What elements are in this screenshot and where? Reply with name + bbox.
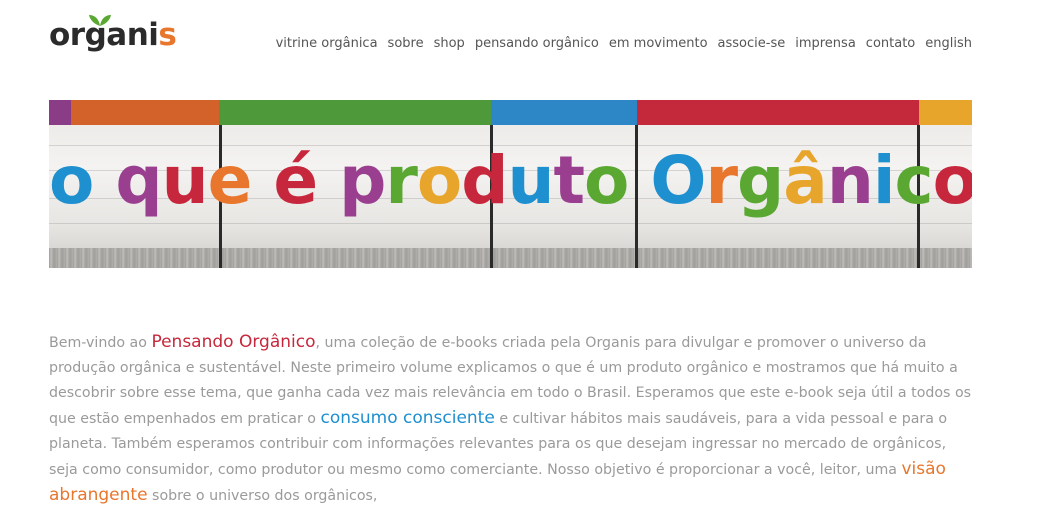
main-nav: vitrine orgânica sobre shop pensando org…: [276, 36, 972, 51]
nav-english[interactable]: english: [925, 36, 972, 51]
intro-text: sobre o universo dos orgânicos,: [147, 488, 378, 505]
headline-letter: o: [49, 142, 94, 219]
headline-letter: r: [385, 142, 418, 219]
headline-letter: O: [650, 142, 706, 219]
headline-letter: [251, 142, 273, 219]
color-stripe: [49, 100, 71, 125]
headline-letter: q: [115, 142, 162, 219]
headline-letter: é: [273, 142, 318, 219]
color-stripe: [219, 100, 491, 125]
headline-letter: [93, 142, 115, 219]
nav-associe-se[interactable]: associe-se: [718, 36, 786, 51]
headline-letter: i: [872, 142, 896, 219]
nav-shop[interactable]: shop: [434, 36, 465, 51]
headline-letter: [628, 142, 650, 219]
headline-letter: n: [826, 142, 874, 219]
nav-contato[interactable]: contato: [866, 36, 915, 51]
nav-em-movimento[interactable]: em movimento: [609, 36, 708, 51]
nav-vitrine-organica[interactable]: vitrine orgânica: [276, 36, 378, 51]
headline-letter: p: [339, 142, 386, 219]
color-stripe: [71, 100, 219, 125]
nav-sobre[interactable]: sobre: [388, 36, 424, 51]
headline-letter: [317, 142, 339, 219]
organis-logo[interactable]: organis: [49, 15, 177, 53]
intro-text: Bem-vindo ao: [49, 335, 152, 352]
headline-letter: u: [161, 142, 209, 219]
wood-texture: [49, 248, 972, 268]
headline-letter: c: [894, 142, 933, 219]
headline-letter: o: [416, 142, 462, 219]
headline-letter: r: [705, 142, 738, 219]
hero-banner: o que é produto Orgânico?: [49, 100, 972, 268]
color-stripe: [919, 100, 972, 125]
headline-letter: d: [461, 142, 508, 219]
highlight-pensando-organico: Pensando Orgânico: [151, 332, 316, 353]
banner-headline: o que é produto Orgânico?: [49, 148, 972, 214]
headline-letter: t: [553, 142, 585, 219]
nav-imprensa[interactable]: imprensa: [795, 36, 856, 51]
headline-letter: o: [584, 142, 629, 219]
leaf-icon: [89, 15, 111, 26]
headline-letter: g: [737, 142, 784, 219]
nav-pensando-organico[interactable]: pensando orgânico: [475, 36, 599, 51]
headline-letter: â: [783, 142, 828, 219]
color-stripe: [637, 100, 919, 125]
color-stripe: [491, 100, 637, 125]
headline-letter: e: [207, 142, 253, 219]
logo-text-end: s: [158, 17, 177, 53]
headline-letter: o: [932, 142, 972, 219]
intro-paragraph: Bem-vindo ao Pensando Orgânico, uma cole…: [49, 330, 979, 509]
highlight-consumo-consciente: consumo consciente: [320, 408, 495, 429]
headline-letter: u: [507, 142, 554, 219]
